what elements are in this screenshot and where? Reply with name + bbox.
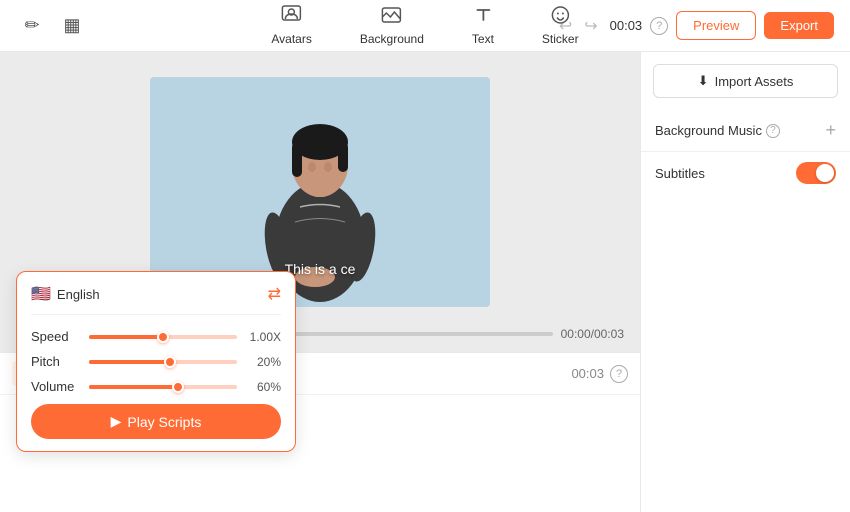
speed-handle[interactable] (157, 331, 169, 343)
volume-track[interactable] (89, 385, 237, 389)
subtitles-section: Subtitles (641, 152, 850, 194)
help-icon[interactable]: ? (650, 17, 668, 35)
nav-text[interactable]: Text (464, 1, 502, 50)
nav-sticker-label: Sticker (542, 32, 579, 46)
bg-music-help[interactable]: ? (766, 124, 780, 138)
background-music-label: Background Music ? (655, 123, 780, 138)
edit-tool-button[interactable]: ✏ (16, 10, 48, 42)
subtitles-toggle[interactable] (796, 162, 836, 184)
video-subtitle: This is a ce (285, 261, 356, 277)
pitch-label: Pitch (31, 354, 81, 369)
avatars-icon (282, 5, 302, 30)
text-icon (473, 5, 493, 30)
play-scripts-button[interactable]: ▶ Play Scripts (31, 404, 281, 439)
nav-text-label: Text (472, 32, 494, 46)
speed-value: 1.00X (245, 330, 281, 344)
video-time: 00:00/00:03 (561, 327, 624, 341)
center-area: This is a ce ▶ 00:00/00:03 (0, 52, 640, 512)
subtitles-label: Subtitles (655, 166, 705, 181)
volume-handle[interactable] (172, 381, 184, 393)
pitch-handle[interactable] (164, 356, 176, 368)
ai-translation-popup: 🇺🇸 English ⇄ Speed 1.00X Pitch (16, 271, 296, 452)
pitch-value: 20% (245, 355, 281, 369)
pitch-fill (89, 360, 170, 364)
sticker-icon (550, 5, 570, 30)
background-music-section: Background Music ? + (641, 110, 850, 152)
nav-avatars[interactable]: Avatars (263, 1, 319, 50)
pitch-row: Pitch 20% (31, 354, 281, 369)
speed-fill (89, 335, 163, 339)
volume-row: Volume 60% (31, 379, 281, 394)
grid-icon: ▦ (63, 15, 80, 36)
nav-sticker[interactable]: Sticker (534, 1, 587, 50)
speed-track[interactable] (89, 335, 237, 339)
nav-background[interactable]: Background (352, 1, 432, 50)
export-button[interactable]: Export (764, 12, 834, 39)
import-assets-button[interactable]: ⬇ Import Assets (653, 64, 838, 98)
background-icon (382, 5, 402, 30)
nav-background-label: Background (360, 32, 424, 46)
script-time-area: 00:03 ? (571, 365, 628, 383)
play-scripts-label: Play Scripts (127, 414, 201, 430)
toolbar-nav: Avatars Background Text (263, 1, 586, 50)
flag-icon: 🇺🇸 (31, 284, 51, 304)
current-time: 00:03 (610, 18, 643, 33)
volume-label: Volume (31, 379, 81, 394)
script-time: 00:03 (571, 366, 604, 381)
language-selector[interactable]: 🇺🇸 English (31, 284, 100, 304)
adjust-icon[interactable]: ⇄ (268, 284, 281, 304)
toggle-knob (816, 164, 834, 182)
toolbar: ✏ ▦ Avatars Background (0, 0, 850, 52)
import-label: Import Assets (715, 74, 794, 89)
nav-avatars-label: Avatars (271, 32, 311, 46)
pitch-track[interactable] (89, 360, 237, 364)
toolbar-right: ↩ ↪ 00:03 ? Preview Export (555, 11, 834, 40)
speed-label: Speed (31, 329, 81, 344)
preview-button[interactable]: Preview (676, 11, 756, 40)
language-row: 🇺🇸 English ⇄ (31, 284, 281, 315)
speed-row: Speed 1.00X (31, 329, 281, 344)
toolbar-left: ✏ ▦ (16, 10, 88, 42)
right-panel: ⬇ Import Assets Background Music ? + Sub… (640, 52, 850, 512)
volume-value: 60% (245, 380, 281, 394)
main-content: This is a ce ▶ 00:00/00:03 (0, 52, 850, 512)
grid-tool-button[interactable]: ▦ (56, 10, 88, 42)
script-help-icon[interactable]: ? (610, 365, 628, 383)
import-icon: ⬇ (698, 73, 709, 89)
play-scripts-icon: ▶ (111, 413, 122, 430)
script-area: AI Script AI Translation (0, 352, 640, 512)
add-music-button[interactable]: + (825, 120, 836, 141)
volume-fill (89, 385, 178, 389)
language-label: English (57, 287, 100, 302)
edit-icon: ✏ (24, 15, 39, 36)
